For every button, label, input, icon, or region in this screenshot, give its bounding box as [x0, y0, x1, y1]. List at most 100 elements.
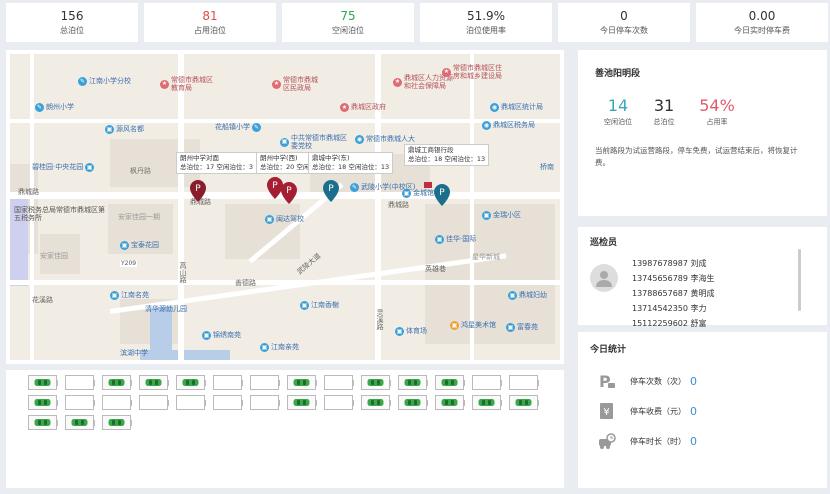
map-poi[interactable]: ★ 常德市鼎城区民政局 [272, 76, 324, 92]
stat-row-parking-duration: 停车时长（时） 0 [590, 429, 815, 453]
map-poi[interactable]: 清华源幼儿园 [145, 304, 187, 314]
parking-spaces-grid [6, 370, 564, 488]
map-poi[interactable]: ▣ 源风名都 [105, 124, 144, 134]
road-label: 花溪路 [32, 296, 53, 304]
stat-row-parking-fee: ¥ 停车收费（元） 0 [590, 399, 815, 423]
road-label: 英雄巷 [425, 265, 446, 273]
parking-space-occupied[interactable] [435, 375, 465, 390]
parking-space-empty[interactable] [65, 375, 95, 390]
parking-space-empty[interactable] [213, 395, 243, 410]
parking-space-occupied[interactable] [398, 395, 428, 410]
parking-space-empty[interactable] [213, 375, 243, 390]
parking-space-empty[interactable] [176, 395, 206, 410]
map-poi[interactable]: ▣ 鸿星美术馆 [450, 320, 496, 330]
parking-space-occupied[interactable] [65, 415, 95, 430]
building-icon: ▣ [280, 137, 289, 147]
parking-space-empty[interactable] [65, 395, 95, 410]
map-poi[interactable]: ✎ 江南小学分校 [78, 76, 131, 86]
parking-space-empty[interactable] [509, 375, 539, 390]
parking-space-occupied[interactable] [102, 415, 132, 430]
map-poi[interactable]: 滨湖中学 [120, 348, 148, 358]
svg-text:¥: ¥ [603, 407, 609, 418]
map-poi[interactable]: ◉ 鼎城区统计局 [490, 102, 543, 112]
map-poi[interactable]: ▣ 中共常德市鼎城区委党校 [280, 134, 350, 150]
parking-pin-icon[interactable]: P [434, 184, 450, 206]
map-poi[interactable]: ▣ 金瑞小区 [482, 210, 521, 220]
parking-space-occupied[interactable] [472, 395, 502, 410]
stat-free-spaces: 75 空闲泊位 [282, 3, 414, 42]
parking-pin-icon[interactable]: P [323, 180, 339, 202]
map-poi[interactable]: ◉ 常德市鼎城人大 [355, 134, 415, 144]
map-poi[interactable]: 花船镇小学 ✎ [215, 122, 261, 132]
parking-space-occupied[interactable] [398, 375, 428, 390]
map-poi[interactable]: ✎ 朗州小学 [35, 102, 74, 112]
parking-space-empty[interactable] [324, 375, 354, 390]
parking-space-empty[interactable] [250, 395, 280, 410]
map-poi[interactable]: ▣ 江南亲苑 [260, 342, 299, 352]
map-poi[interactable]: ▣ 江南香榭 [300, 300, 339, 310]
car-icon [515, 399, 532, 406]
parking-space-occupied[interactable] [435, 395, 465, 410]
map-poi[interactable]: ★ 常德市鼎城区教育局 [160, 76, 214, 92]
map-poi[interactable]: ▣ 江南名苑 [110, 290, 149, 300]
parking-space-empty[interactable] [250, 375, 280, 390]
total-spaces-stat: 31 总泊位 [653, 96, 675, 127]
map-poi[interactable]: ▣ 体育场 [395, 326, 427, 336]
map-canvas[interactable]: 鼎城路 鼎城路 鼎城路 善德路 高山路 花溪路 英雄巷 灵溪路 武陵大道 ✎ 江南… [10, 54, 560, 360]
road-label: 鼎城路 [388, 201, 409, 209]
map-poi[interactable]: ▣ 富春苑 [506, 322, 538, 332]
map-road [178, 54, 184, 360]
today-stats-panel: 今日统计 P 停车次数（次） 0 ¥ 停车收费（元） 0 停车时长（时） 0 [578, 332, 827, 488]
list-item: 13987678987 刘成 [632, 259, 707, 268]
map-poi[interactable]: 碧桂园·中央花园 ▣ [32, 162, 95, 172]
panel-title: 今日统计 [590, 345, 627, 355]
parking-space-occupied[interactable] [361, 375, 391, 390]
parking-space-occupied[interactable] [287, 375, 317, 390]
parking-space-empty[interactable] [324, 395, 354, 410]
map-poi[interactable]: ▣ 鼎城妇幼 [508, 290, 547, 300]
parking-space-occupied[interactable] [509, 395, 539, 410]
building-icon: ▣ [265, 214, 274, 224]
school-icon: ✎ [252, 122, 261, 132]
map-infobox[interactable]: 鼎城中学(东) 总泊位：18 空闲泊位：13 [308, 152, 394, 174]
map-poi[interactable]: 桥南 [540, 162, 554, 172]
road-label: 灵溪路 [376, 309, 384, 330]
map-poi[interactable]: 安家佳园 [40, 251, 68, 261]
map-poi[interactable]: ★ 常德市鼎城区住房和城乡建设局 [442, 64, 504, 80]
parking-space-occupied[interactable] [287, 395, 317, 410]
parking-space-empty[interactable] [139, 395, 169, 410]
map-road [470, 54, 474, 360]
parking-space-occupied[interactable] [28, 395, 58, 410]
map-poi[interactable]: ▣ 闽达驾校 [265, 214, 304, 224]
school-icon: ✎ [35, 102, 44, 112]
map-poi[interactable]: 国家税务总局常德市鼎城区第五税务所 [14, 206, 109, 222]
parking-space-occupied[interactable] [28, 375, 58, 390]
parking-space-occupied[interactable] [361, 395, 391, 410]
stat-value: 81 [202, 9, 218, 23]
map-poi[interactable]: ✎ 武陵小学(中校区) [350, 182, 415, 192]
parking-space-occupied[interactable] [102, 375, 132, 390]
parking-pin-icon[interactable]: P [281, 182, 297, 204]
avatar [590, 264, 618, 292]
map-poi[interactable]: ▣ 宝泰花园 [120, 240, 159, 250]
map-poi[interactable]: ▣ 佳华·国际 [435, 234, 476, 244]
parking-space-occupied[interactable] [28, 415, 58, 430]
map-poi[interactable]: 枫丹路 [130, 166, 151, 176]
map-infobox[interactable]: 鼎城工商银行段 总泊位：18 空闲泊位：13 [404, 144, 490, 166]
map-poi[interactable]: 安家佳园一期 [118, 212, 160, 222]
map-poi[interactable]: ◉ 鼎城区税务局 [482, 120, 535, 130]
stat-value: 75 [340, 9, 356, 23]
map-poi[interactable]: 星华新城 [472, 252, 500, 262]
parking-space-occupied[interactable] [139, 375, 169, 390]
parking-pin-icon[interactable]: P [190, 180, 206, 202]
scrollbar[interactable] [798, 249, 801, 311]
parking-space-occupied[interactable] [176, 375, 206, 390]
car-icon [145, 379, 162, 386]
parking-space-empty[interactable] [102, 395, 132, 410]
map-poi[interactable]: ★ 鼎城区政府 [340, 102, 386, 112]
car-icon [293, 399, 310, 406]
svg-text:P: P [195, 184, 201, 194]
map-infobox[interactable]: 朗州中学对面 总泊位：17 空闲泊位：3 [176, 152, 257, 174]
parking-space-empty[interactable] [472, 375, 502, 390]
map-poi[interactable]: ▣ 锦绣南苑 [202, 330, 241, 340]
